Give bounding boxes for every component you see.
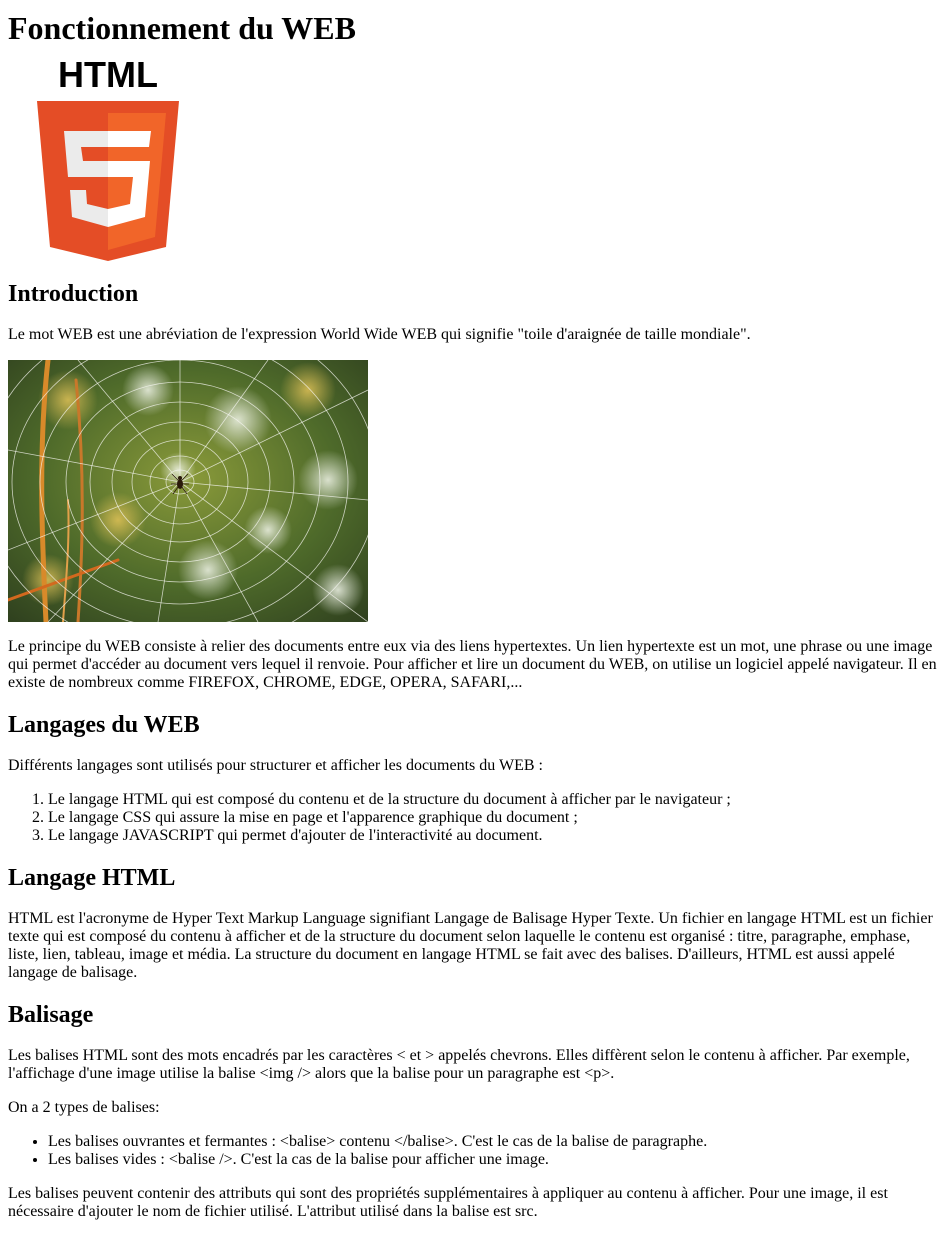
heading-langages: Langages du WEB [8,712,200,738]
balisage-paragraph-1: Les balises HTML sont des mots encadrés … [8,1047,910,1082]
spider-web-photo [8,360,368,622]
html5-logo: HTML [37,59,179,261]
langages-list: Le langage HTML qui est composé du conte… [8,791,941,845]
heading-html: Langage HTML [8,865,176,891]
heading-introduction: Introduction [8,281,139,307]
page-title: Fonctionnement du WEB [8,10,356,46]
list-item: Les balises ouvrantes et fermantes : <ba… [48,1133,941,1151]
balisage-paragraph-2: On a 2 types de balises: [8,1099,160,1116]
list-item: Les balises vides : <balise />. C'est la… [48,1151,941,1169]
html-paragraph: HTML est l'acronyme de Hyper Text Markup… [8,910,933,981]
list-item: Le langage JAVASCRIPT qui permet d'ajout… [48,827,941,845]
langages-intro: Différents langages sont utilisés pour s… [8,757,543,774]
list-item: Le langage CSS qui assure la mise en pag… [48,809,941,827]
balisage-paragraph-3: Les balises peuvent contenir des attribu… [8,1185,888,1220]
heading-balisage: Balisage [8,1002,94,1028]
introduction-paragraph-2: Le principe du WEB consiste à relier des… [8,638,937,691]
document: Fonctionnement du WEB HTML Introduction … [0,10,949,1221]
list-item: Le langage HTML qui est composé du conte… [48,791,941,809]
html5-five-right [108,131,151,147]
balisage-list: Les balises ouvrantes et fermantes : <ba… [8,1133,941,1169]
introduction-paragraph-1: Le mot WEB est une abréviation de l'expr… [8,326,751,343]
html5-logo-text: HTML [58,59,158,95]
